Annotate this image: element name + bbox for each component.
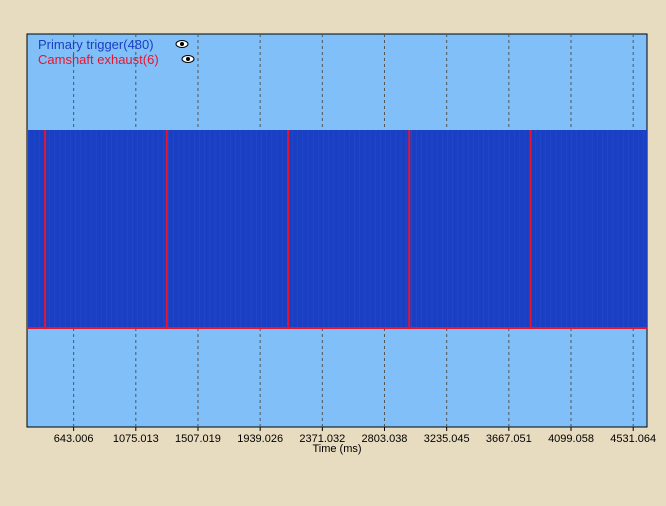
x-tick-label: 1507.019 xyxy=(175,433,221,445)
eye-icon[interactable] xyxy=(181,55,195,63)
x-tick-label: 3235.045 xyxy=(424,433,470,445)
x-tick-label: 3667.051 xyxy=(486,433,532,445)
x-tick-label: 643.006 xyxy=(54,433,94,445)
x-tick-label: 4531.064 xyxy=(610,433,656,445)
legend-label-primary-trigger: Primary trigger(480) xyxy=(38,37,154,52)
x-tick-label: 4099.058 xyxy=(548,433,594,445)
x-tick-label: 1939.026 xyxy=(237,433,283,445)
primary-trigger-band xyxy=(28,130,647,328)
legend-label-camshaft-exhaust: Camshaft exhaust(6) xyxy=(38,52,159,67)
x-tick-label: 2803.038 xyxy=(362,433,408,445)
chart: 643.006 1075.013 1507.019 1939.026 2371.032 2… xyxy=(26,33,656,455)
x-axis-title: Time (ms) xyxy=(312,443,361,455)
x-tick-label: 1075.013 xyxy=(113,433,159,445)
eye-icon[interactable] xyxy=(175,40,189,48)
